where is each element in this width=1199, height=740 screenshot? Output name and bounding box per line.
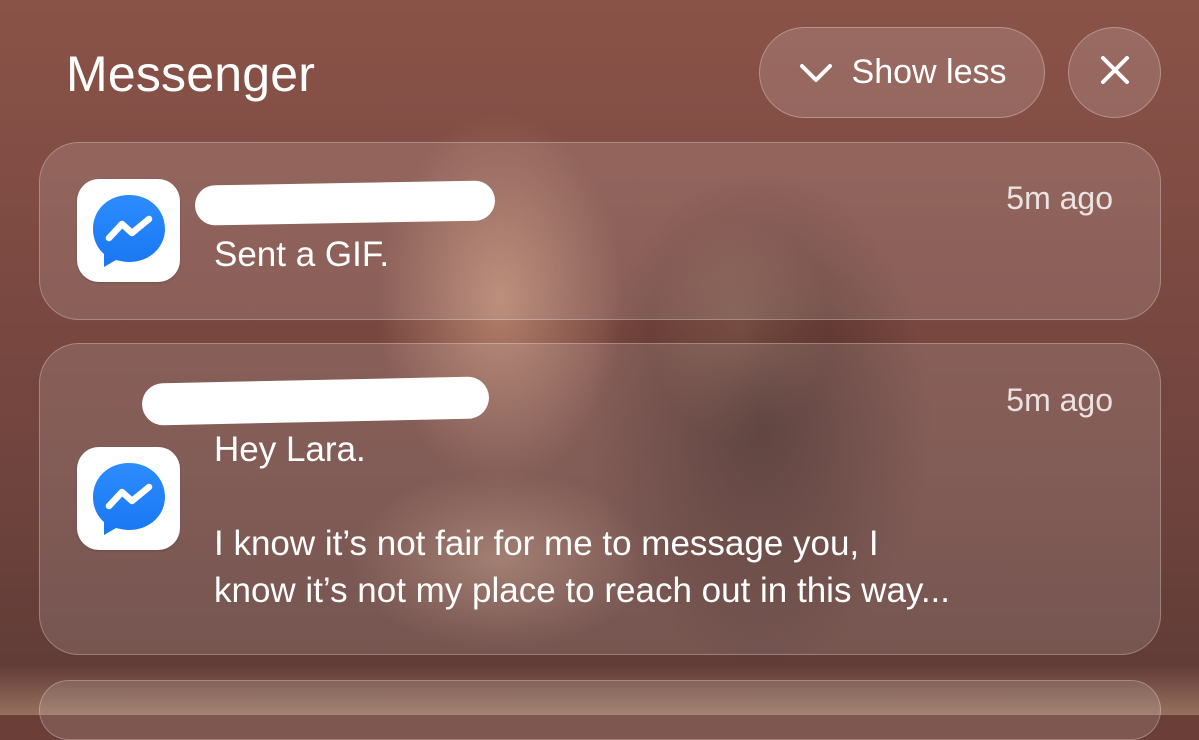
message-line: Hey Lara. — [214, 430, 366, 469]
notification-card[interactable]: 5m ago Hey Lara. I know it’s not fair fo… — [39, 343, 1161, 655]
show-less-label: Show less — [851, 53, 1007, 91]
message-line: I know it’s not fair for me to message y… — [214, 524, 879, 563]
message-line: know it’s not my place to reach out in t… — [214, 571, 950, 610]
notification-card[interactable]: 5m ago Sent a GIF. — [39, 142, 1161, 320]
notification-group-title: Messenger — [66, 46, 316, 102]
notification-card[interactable] — [39, 680, 1161, 740]
notification-time: 5m ago — [1006, 180, 1113, 216]
redacted-sender-name — [141, 376, 490, 426]
close-button[interactable] — [1068, 27, 1161, 118]
notification-time: 5m ago — [1006, 382, 1113, 418]
redacted-sender-name — [194, 180, 496, 226]
messenger-icon — [77, 179, 180, 282]
close-icon — [1099, 54, 1131, 91]
show-less-button[interactable]: Show less — [759, 27, 1045, 118]
notification-message: Sent a GIF. — [214, 231, 389, 278]
chevron-down-icon — [798, 61, 834, 85]
message-line: Sent a GIF. — [214, 235, 390, 274]
messenger-icon — [77, 447, 180, 550]
notification-message: Hey Lara. I know it’s not fair for me to… — [214, 426, 950, 614]
